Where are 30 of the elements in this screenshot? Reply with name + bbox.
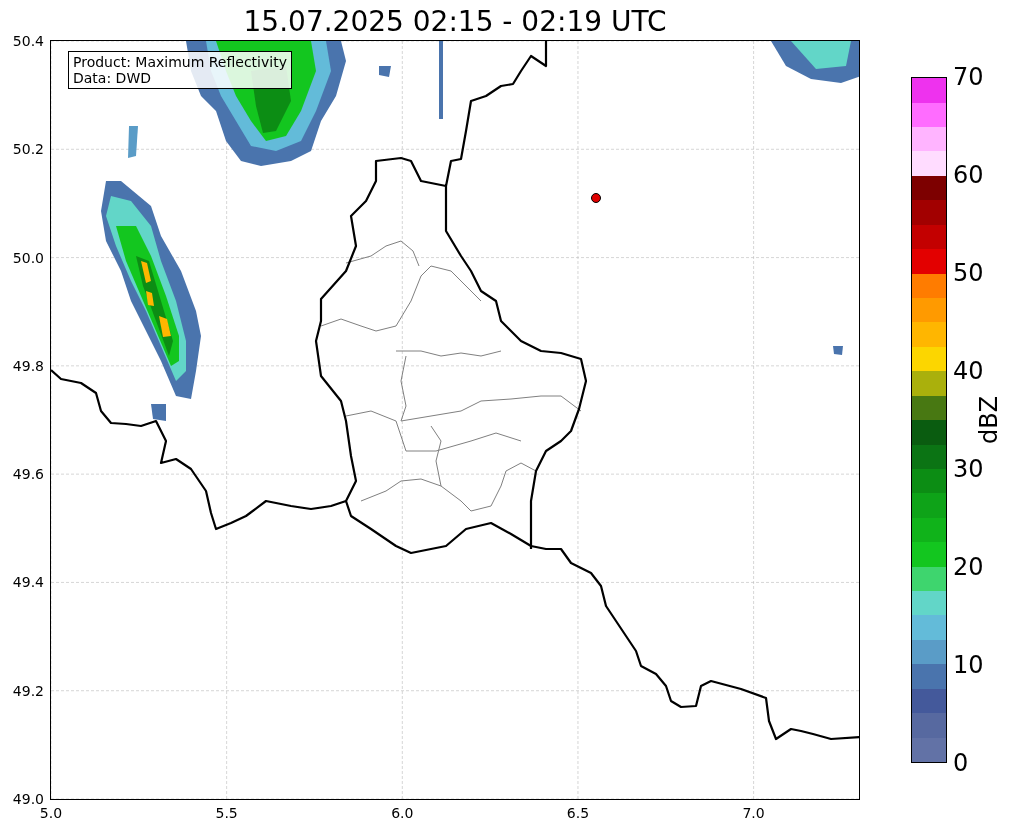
colorbar-tick-label: 0 <box>953 749 969 777</box>
x-tick-label: 6.5 <box>566 805 590 821</box>
y-tick-label: 49.2 <box>12 682 44 699</box>
y-tick-label: 50.2 <box>12 141 44 158</box>
radar-echo-drawing <box>379 66 391 77</box>
x-tick-label: 6.0 <box>391 805 414 821</box>
y-tick-label: 49.4 <box>12 574 44 591</box>
y-tick-label: 49.0 <box>12 791 44 807</box>
x-tick-label: 5.5 <box>215 805 238 821</box>
chart-title: 15.07.2025 02:15 - 02:19 UTC <box>242 4 668 40</box>
station-marker <box>591 193 601 203</box>
colorbar-tick-label: 60 <box>953 161 984 189</box>
y-tick-label: 50.0 <box>12 249 44 266</box>
colorbar-tick-label: 30 <box>953 455 984 483</box>
colorbar-tick-label: 40 <box>953 357 984 385</box>
x-tick-label: 5.0 <box>39 805 63 821</box>
info-text: Product: Maximum Reflectivity <box>73 54 287 70</box>
colorbar-tick-label: 50 <box>953 259 984 287</box>
radar-echo-drawing <box>151 404 166 421</box>
colorbar-tick-label: 20 <box>953 553 984 581</box>
colorbar-tick-label: 10 <box>953 651 984 679</box>
radar-echo-drawing <box>833 346 843 355</box>
radar-echo-drawing <box>128 126 138 158</box>
info-text: Data: DWD <box>73 70 152 86</box>
colorbar-label: dBZ <box>975 395 1003 445</box>
y-tick-label: 50.4 <box>12 33 44 49</box>
y-tick-label: 49.6 <box>12 466 44 483</box>
colorbar-tick-label: 70 <box>953 63 984 91</box>
y-tick-label: 49.8 <box>12 357 44 374</box>
x-tick-label: 7.0 <box>742 805 765 821</box>
